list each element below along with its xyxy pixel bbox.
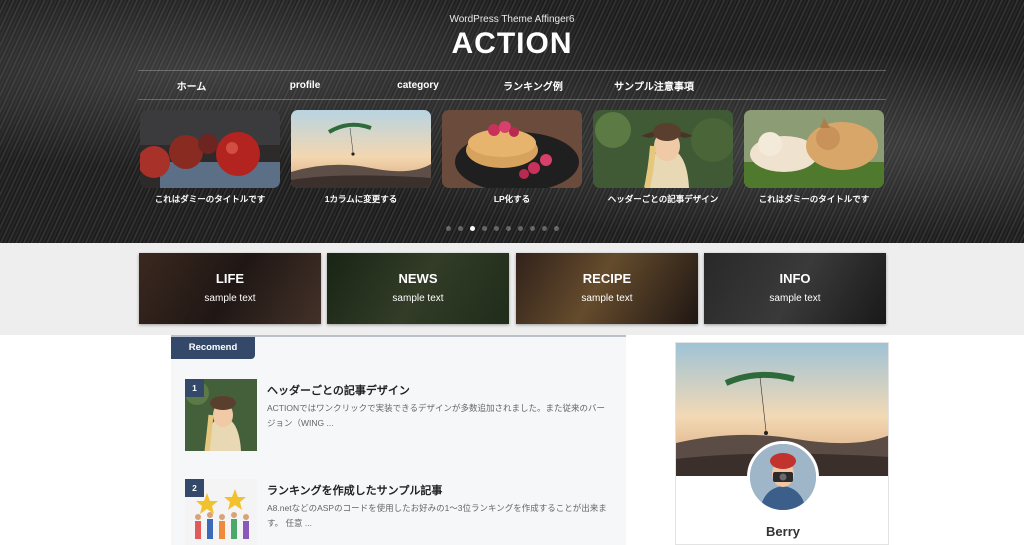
featured-slider: これはダミーのタイトルです 1カラムに変更する LP化する ヘッダーごとの記事デ… — [140, 110, 885, 212]
nav-item-home[interactable]: ホーム — [138, 78, 245, 93]
category-card-news[interactable]: NEWS sample text — [327, 253, 509, 324]
nav-item-category[interactable]: category — [365, 80, 471, 91]
slide-card[interactable]: 1カラムに変更する — [291, 110, 431, 205]
category-card-info[interactable]: INFO sample text — [704, 253, 886, 324]
slider-dot[interactable] — [482, 226, 487, 231]
category-title: RECIPE — [582, 271, 632, 286]
slide-caption: 1カラムに変更する — [324, 194, 398, 204]
slider-dot[interactable] — [494, 226, 499, 231]
category-subtitle: sample text — [204, 293, 256, 304]
slide-thumbnail — [140, 110, 280, 188]
category-title: INFO — [779, 271, 811, 286]
recommend-thumbnail: 1 — [185, 379, 257, 451]
recommend-title[interactable]: ランキングを作成したサンプル記事 — [267, 482, 617, 498]
avatar — [747, 441, 819, 513]
nav-item-notes[interactable]: サンプル注意事項 — [595, 78, 713, 93]
recommend-item[interactable]: 1 ヘッダーごとの記事デザイン ACTIONではワンクリックで実装できるデザイン… — [185, 379, 615, 451]
slide-thumbnail — [593, 110, 733, 188]
profile-card: Berry — [675, 342, 889, 545]
category-overlay — [139, 253, 321, 324]
site-logo[interactable]: ACTION — [0, 27, 1024, 61]
global-nav: ホーム profile category ランキング例 サンプル注意事項 — [138, 70, 886, 100]
slide-thumbnail — [291, 110, 431, 188]
slider-dot[interactable] — [554, 226, 559, 231]
slide-caption: これはダミーのタイトルです — [154, 194, 266, 204]
category-subtitle: sample text — [581, 293, 633, 304]
slide-card[interactable]: LP化する — [442, 110, 582, 205]
slider-dot[interactable] — [530, 226, 535, 231]
recommend-item[interactable]: 2 ランキングを作成したサンプル記事 A8.netなどのASPのコードを使用した… — [185, 479, 615, 545]
site-tagline: WordPress Theme Affinger6 — [449, 14, 575, 25]
recommend-title[interactable]: ヘッダーごとの記事デザイン — [267, 382, 617, 398]
site-header: WordPress Theme Affinger6 ACTION ホーム pro… — [0, 0, 1024, 243]
recommend-section: Recomend 1 ヘッダーごとの記事デザイン ACTIONではワンクリックで… — [171, 335, 626, 545]
rank-badge: 2 — [185, 479, 204, 497]
slide-caption: これはダミーのタイトルです — [758, 194, 870, 204]
category-subtitle: sample text — [769, 293, 821, 304]
nav-item-ranking[interactable]: ランキング例 — [471, 78, 595, 93]
category-title: LIFE — [215, 271, 245, 286]
profile-name: Berry — [766, 524, 800, 539]
category-subtitle: sample text — [392, 293, 444, 304]
category-card-recipe[interactable]: RECIPE sample text — [516, 253, 698, 324]
nav-item-profile[interactable]: profile — [245, 80, 365, 91]
category-title: NEWS — [398, 271, 438, 286]
recommend-tab: Recomend — [171, 337, 255, 359]
slide-thumbnail — [442, 110, 582, 188]
slider-dot[interactable] — [446, 226, 451, 231]
slider-dot[interactable] — [458, 226, 463, 231]
category-overlay — [704, 253, 886, 324]
slider-dot[interactable] — [518, 226, 523, 231]
slide-caption: ヘッダーごとの記事デザイン — [607, 194, 719, 204]
recommend-excerpt: A8.netなどのASPのコードを使用したお好みの1〜3位ランキングを作成するこ… — [267, 503, 607, 528]
slider-dot[interactable] — [542, 226, 547, 231]
category-band: LIFE sample text NEWS sample text RECIPE… — [0, 243, 1024, 335]
slide-caption: LP化する — [493, 194, 531, 204]
recommend-thumbnail: 2 — [185, 479, 257, 545]
category-overlay — [327, 253, 509, 324]
slide-card[interactable]: これはダミーのタイトルです — [744, 110, 884, 205]
rank-badge: 1 — [185, 379, 204, 397]
category-card-life[interactable]: LIFE sample text — [139, 253, 321, 324]
slide-card[interactable]: ヘッダーごとの記事デザイン — [593, 110, 733, 205]
slider-dot[interactable] — [506, 226, 511, 231]
slide-card[interactable]: これはダミーのタイトルです — [140, 110, 280, 205]
slider-pagination — [446, 226, 559, 231]
slider-dot-active[interactable] — [470, 226, 475, 231]
recommend-excerpt: ACTIONではワンクリックで実装できるデザインが多数追加されました。また従来の… — [267, 403, 605, 428]
slide-thumbnail — [744, 110, 884, 188]
category-overlay — [516, 253, 698, 324]
